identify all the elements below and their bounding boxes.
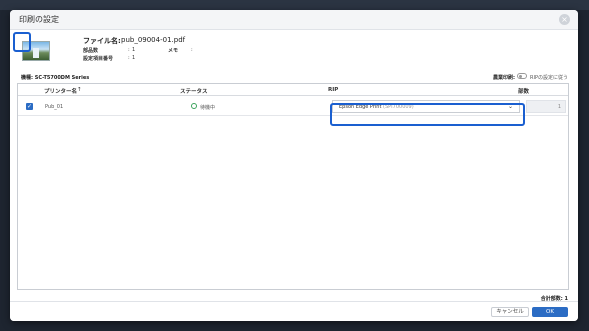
setting-number-value: 1 [132, 55, 136, 61]
table-header: プリンター名 ↑ ステータス RIP 部数 [18, 84, 568, 96]
print-settings-dialog: 印刷の設定 × ファイル名: pub_09004-01.pdf 部品数 : 1 … [10, 10, 578, 321]
dialog-titlebar: 印刷の設定 × [10, 10, 578, 30]
parts-count-value: 1 [132, 47, 136, 53]
status-cell: 待機中 [200, 105, 216, 111]
memo-label: メモ [168, 48, 179, 54]
sort-icon[interactable]: ↑ [77, 87, 82, 93]
rip-settings-toggle-label: RIPの設定に従う [530, 75, 568, 81]
setting-number-label: 設定項目番号 [83, 56, 114, 62]
file-name-label: ファイル名: [83, 37, 121, 45]
close-icon[interactable]: × [559, 14, 570, 25]
checkbox-highlight [13, 32, 31, 52]
header-copies: 部数 [518, 89, 530, 95]
rip-highlight [330, 103, 525, 126]
header-rip: RIP [328, 87, 339, 93]
printer-name-cell: Pub_01 [45, 104, 64, 110]
dialog-title: 印刷の設定 [19, 15, 59, 24]
status-clock-icon [191, 103, 197, 109]
copies-value: 1 [557, 104, 561, 110]
parts-count-label: 部品数 [83, 48, 99, 54]
batch-print-label: 農業印刷: [493, 75, 515, 81]
printer-model: 機種: SC-T5700DM Series [21, 75, 90, 81]
row-checkbox[interactable]: ✓ [26, 103, 33, 110]
dialog-footer: キャンセル OK [10, 301, 578, 321]
header-status: ステータス [180, 89, 208, 95]
file-name-value: pub_09004-01.pdf [121, 36, 186, 44]
background-strip [0, 0, 589, 10]
copies-input[interactable]: 1 [526, 100, 566, 113]
cancel-button[interactable]: キャンセル [491, 307, 529, 317]
ok-button[interactable]: OK [532, 307, 568, 317]
rip-settings-toggle[interactable] [517, 73, 527, 79]
header-printer-name[interactable]: プリンター名 [44, 87, 77, 95]
